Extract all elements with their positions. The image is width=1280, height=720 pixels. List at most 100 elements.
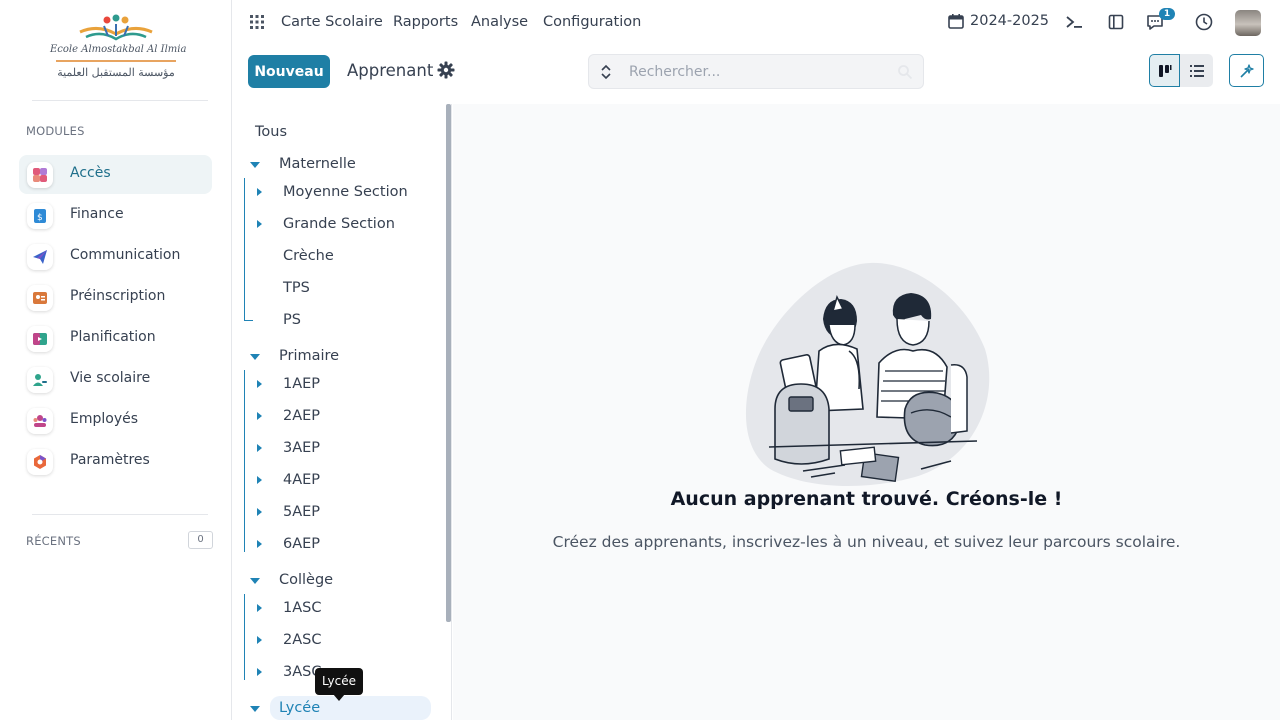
module-parametres[interactable]: Paramètres: [19, 442, 212, 481]
tree-item-2asc[interactable]: 2ASC: [283, 632, 321, 648]
tree-item-all[interactable]: Tous: [255, 124, 287, 140]
tree-branch-line: [244, 370, 245, 552]
kanban-icon: [1158, 64, 1171, 77]
module-preinscription[interactable]: Préinscription: [19, 278, 212, 317]
list-view-button[interactable]: [1180, 54, 1213, 87]
collapse-caret-icon[interactable]: [250, 578, 260, 584]
nav-rapports[interactable]: Rapports: [393, 14, 458, 30]
recents-label: RÉCENTS: [26, 534, 81, 548]
nav-configuration[interactable]: Configuration: [543, 14, 641, 30]
school-logo[interactable]: Ecole Almostakbal Al Ilmia مؤسسة المستقب…: [50, 14, 186, 86]
tree-item-maternelle[interactable]: Maternelle: [279, 156, 356, 172]
collapse-caret-icon[interactable]: [250, 162, 260, 168]
tree-item-5aep[interactable]: 5AEP: [283, 504, 320, 520]
kanban-view-button[interactable]: [1149, 54, 1180, 87]
tree-item-3aep[interactable]: 3AEP: [283, 440, 320, 456]
students-illustration: [745, 262, 990, 487]
tooltip: Lycée: [315, 668, 363, 695]
logo-arabic-name: مؤسسة المستقبل العلمية: [57, 66, 175, 79]
expand-caret-icon[interactable]: [257, 444, 262, 452]
tree-item-1asc[interactable]: 1ASC: [283, 600, 321, 616]
list-icon: [1189, 64, 1204, 77]
empty-state-subtitle: Créez des apprenants, inscrivez-les à un…: [552, 533, 1181, 551]
planning-icon: [27, 326, 53, 352]
svg-text:$: $: [37, 213, 43, 223]
expand-caret-icon[interactable]: [257, 380, 262, 388]
tree-item-grande-section[interactable]: Grande Section: [283, 216, 395, 232]
search-icon[interactable]: [897, 64, 913, 80]
tree-item-6aep[interactable]: 6AEP: [283, 536, 320, 552]
new-button[interactable]: Nouveau: [248, 55, 330, 88]
expand-caret-icon[interactable]: [257, 188, 262, 196]
search-input[interactable]: [629, 63, 889, 81]
empty-state-title: Aucun apprenant trouvé. Créons-le !: [670, 488, 1063, 510]
terminal-icon[interactable]: [1064, 12, 1084, 32]
expand-caret-icon[interactable]: [257, 220, 262, 228]
tree-item-4aep[interactable]: 4AEP: [283, 472, 320, 488]
expand-caret-icon[interactable]: [257, 668, 262, 676]
tree-item-moyenne-section[interactable]: Moyenne Section: [283, 184, 408, 200]
recents-divider: [32, 514, 208, 515]
modules-label: MODULES: [26, 124, 85, 138]
search-options-toggle-icon[interactable]: [599, 64, 613, 80]
nav-carte-scolaire[interactable]: Carte Scolaire: [281, 14, 383, 30]
sidebar: Ecole Almostakbal Al Ilmia مؤسسة المستقب…: [0, 0, 232, 720]
module-employes[interactable]: Employés: [19, 401, 212, 440]
user-avatar[interactable]: [1235, 10, 1261, 36]
gear-icon[interactable]: [437, 61, 455, 79]
settings-icon: [27, 449, 53, 475]
module-acces[interactable]: Accès: [19, 155, 212, 194]
side-panel-icon[interactable]: [1106, 12, 1126, 32]
finance-icon: $: [27, 203, 53, 229]
breadcrumb-title: Apprenant: [347, 61, 434, 80]
tree-item-1aep[interactable]: 1AEP: [283, 376, 320, 392]
communication-icon: [27, 244, 53, 270]
module-vie-scolaire[interactable]: Vie scolaire: [19, 360, 212, 399]
activity-clock-icon[interactable]: [1194, 12, 1214, 32]
tree-branch-end: [244, 320, 253, 321]
ai-assist-button[interactable]: [1229, 54, 1264, 87]
module-label: Vie scolaire: [70, 370, 151, 386]
tree-scrollbar[interactable]: [446, 104, 451, 622]
access-icon: [27, 162, 53, 188]
tooltip-arrow: [333, 694, 345, 701]
academic-year-label: 2024-2025: [970, 13, 1050, 29]
recents-count-badge: 0: [188, 531, 213, 549]
preinscription-icon: [27, 285, 53, 311]
module-finance[interactable]: $ Finance: [19, 196, 212, 235]
expand-caret-icon[interactable]: [257, 540, 262, 548]
expand-caret-icon[interactable]: [257, 604, 262, 612]
module-label: Accès: [70, 165, 111, 181]
tree-item-primaire[interactable]: Primaire: [279, 348, 339, 364]
module-label: Préinscription: [70, 288, 166, 304]
search-bar: [588, 54, 924, 89]
tree-item-lycee[interactable]: Lycée: [279, 700, 320, 716]
logo-divider: [32, 100, 208, 101]
expand-caret-icon[interactable]: [257, 476, 262, 484]
module-label: Paramètres: [70, 452, 150, 468]
module-planification[interactable]: Planification: [19, 319, 212, 358]
tree-item-creche[interactable]: Crèche: [283, 248, 334, 264]
expand-caret-icon[interactable]: [257, 636, 262, 644]
tree-item-tps[interactable]: TPS: [283, 280, 310, 296]
level-tree-panel: Tous Maternelle Moyenne Section Grande S…: [232, 104, 452, 720]
academic-year-selector[interactable]: 2024-2025: [948, 13, 1049, 29]
main-content: Aucun apprenant trouvé. Créons-le ! Crée…: [453, 104, 1280, 720]
logo-rule: [56, 60, 176, 62]
tree-item-2aep[interactable]: 2AEP: [283, 408, 320, 424]
employees-icon: [27, 408, 53, 434]
expand-caret-icon[interactable]: [257, 412, 262, 420]
module-communication[interactable]: Communication: [19, 237, 212, 276]
module-label: Finance: [70, 206, 124, 222]
app-menu-grid-icon[interactable]: [250, 15, 264, 29]
nav-analyse[interactable]: Analyse: [471, 14, 528, 30]
tree-branch-line: [244, 178, 245, 321]
expand-caret-icon[interactable]: [257, 508, 262, 516]
tree-item-ps[interactable]: PS: [283, 312, 301, 328]
module-label: Planification: [70, 329, 156, 345]
tree-item-college[interactable]: Collège: [279, 572, 333, 588]
logo-emblem-icon: [79, 14, 153, 41]
collapse-caret-icon[interactable]: [250, 706, 260, 712]
collapse-caret-icon[interactable]: [250, 354, 260, 360]
module-label: Employés: [70, 411, 139, 427]
